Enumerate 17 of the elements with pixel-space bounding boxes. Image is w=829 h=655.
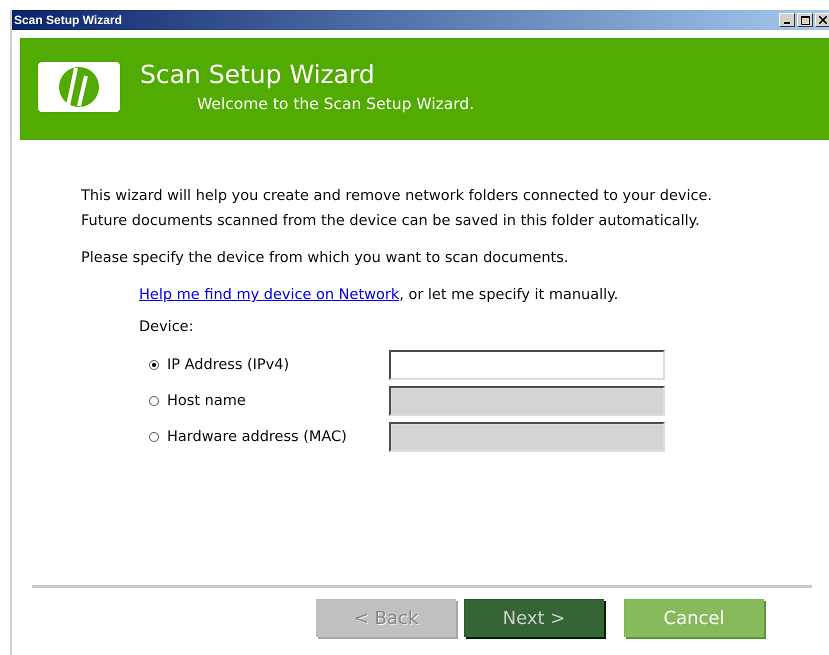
close-icon [819, 16, 827, 24]
prompt-text: Please specify the device from which you want to scan documents. [81, 249, 570, 268]
help-link[interactable]: Help me find my device on Network [139, 287, 400, 303]
minimize-button[interactable] [779, 13, 795, 27]
window-title: Scan Setup Wizard [14, 13, 122, 27]
help-text: Help me find my device on Network, or let me specify it manually. [139, 287, 620, 303]
maximize-icon [800, 16, 810, 24]
header-subtitle: Welcome to the Scan Setup Wizard. [197, 95, 474, 113]
next-button[interactable]: Next > [464, 599, 604, 637]
header-title: Scan Setup Wizard [140, 60, 376, 90]
input-field[interactable] [389, 350, 665, 380]
maximize-button[interactable] [797, 13, 813, 27]
intro-text: This wizard will help you create and remove network folders connected to your device. Future documents scanned from the device can be saved in this folder automatically. [81, 187, 713, 231]
device-label: Device: [139, 319, 194, 335]
radio-option[interactable]: IP Address (IPv4) [149, 357, 389, 373]
close-button[interactable] [815, 13, 829, 27]
logo-icon [38, 62, 120, 112]
